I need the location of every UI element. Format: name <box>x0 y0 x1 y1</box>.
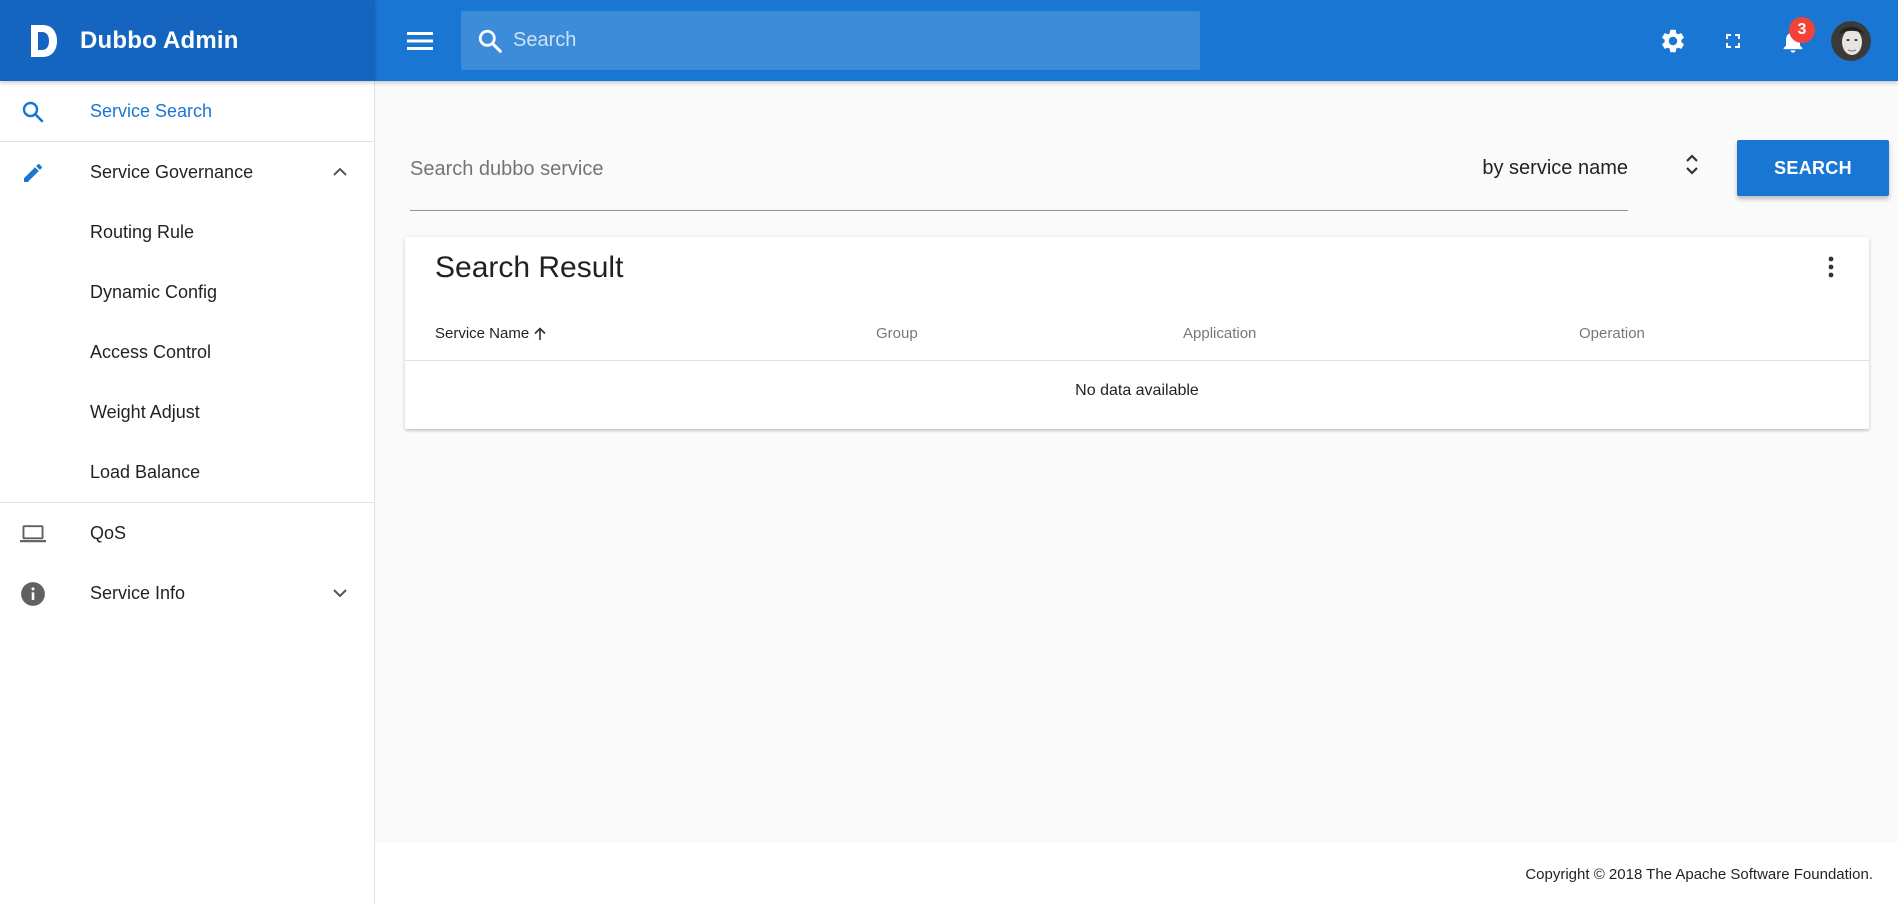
laptop-icon <box>20 521 46 547</box>
unfold-icon <box>1686 154 1698 175</box>
card-title: Search Result <box>435 251 624 284</box>
pencil-icon <box>20 160 46 186</box>
sidebar-subitem-dynamic-config[interactable]: Dynamic Config <box>0 262 374 322</box>
dubbo-logo-icon <box>28 24 58 57</box>
more-vert-icon <box>1828 256 1834 278</box>
sidebar-subitem-weight-adjust[interactable]: Weight Adjust <box>0 382 374 442</box>
sidebar-item-service-search[interactable]: Service Search <box>0 81 374 141</box>
footer: Copyright © 2018 The Apache Software Fou… <box>375 843 1898 904</box>
column-header-operation: Operation <box>1579 325 1645 342</box>
search-type-toggle[interactable] <box>1680 149 1704 185</box>
column-header-application[interactable]: Application <box>1183 325 1256 342</box>
brand-bar: Dubbo Admin <box>0 0 375 81</box>
search-type-selected-value: by service name <box>1482 157 1628 179</box>
sidebar-item-label: Service Governance <box>90 161 254 182</box>
column-header-label: Service Name <box>435 325 530 342</box>
service-search-input[interactable] <box>410 149 1410 189</box>
search-result-card: Search Result Service Name Group Applica… <box>405 237 1869 429</box>
global-search-input[interactable] <box>513 29 1153 52</box>
chevron-down-icon <box>328 581 352 605</box>
column-header-service-name[interactable]: Service Name <box>435 325 548 342</box>
global-search-box <box>461 11 1200 70</box>
copyright-text: Copyright © 2018 The Apache Software Fou… <box>1525 866 1873 883</box>
search-icon <box>478 29 502 53</box>
sidebar-item-qos[interactable]: QoS <box>0 503 374 563</box>
service-search-form: by service name SEARCH <box>410 139 1898 211</box>
hamburger-menu-icon <box>407 31 433 50</box>
sidebar-item-service-governance[interactable]: Service Governance <box>0 142 374 202</box>
sidebar-item-service-info[interactable]: Service Info <box>0 563 374 623</box>
more-options-button[interactable] <box>1815 251 1847 283</box>
arrow-up-icon <box>534 326 546 340</box>
gear-icon <box>1662 29 1684 52</box>
info-icon <box>20 581 46 607</box>
search-button[interactable]: SEARCH <box>1737 140 1889 196</box>
menu-toggle-button[interactable] <box>397 18 443 64</box>
main-content: by service name SEARCH Search Result Ser… <box>375 81 1898 843</box>
app-title: Dubbo Admin <box>80 26 239 54</box>
toolbar-actions: 3 <box>1635 0 1871 81</box>
sidebar-item-label: Service Search <box>90 100 213 121</box>
user-avatar[interactable] <box>1831 20 1871 61</box>
sidebar-item-label: QoS <box>90 522 127 543</box>
empty-table-message: No data available <box>1075 382 1199 399</box>
column-header-group[interactable]: Group <box>876 325 918 342</box>
top-toolbar: 3 <box>375 0 1898 81</box>
chevron-up-icon <box>328 160 352 184</box>
search-icon <box>20 99 46 125</box>
fullscreen-button[interactable] <box>1711 19 1755 63</box>
sidebar-subitem-load-balance[interactable]: Load Balance <box>0 442 374 502</box>
settings-button[interactable] <box>1651 19 1695 63</box>
service-search-field <box>410 139 1628 211</box>
results-table-header: Service Name Group Application Operation <box>405 305 1869 361</box>
sidebar-navigation: Service Search Service Governance Routin… <box>0 81 375 904</box>
sidebar-subitem-routing-rule[interactable]: Routing Rule <box>0 202 374 262</box>
notifications-button[interactable]: 3 <box>1771 16 1815 63</box>
fullscreen-icon <box>1726 33 1740 48</box>
avatar-image-icon <box>1831 20 1871 61</box>
sidebar-subitem-access-control[interactable]: Access Control <box>0 322 374 382</box>
sidebar-item-label: Service Info <box>90 582 186 603</box>
notification-count-badge: 3 <box>1789 16 1815 43</box>
